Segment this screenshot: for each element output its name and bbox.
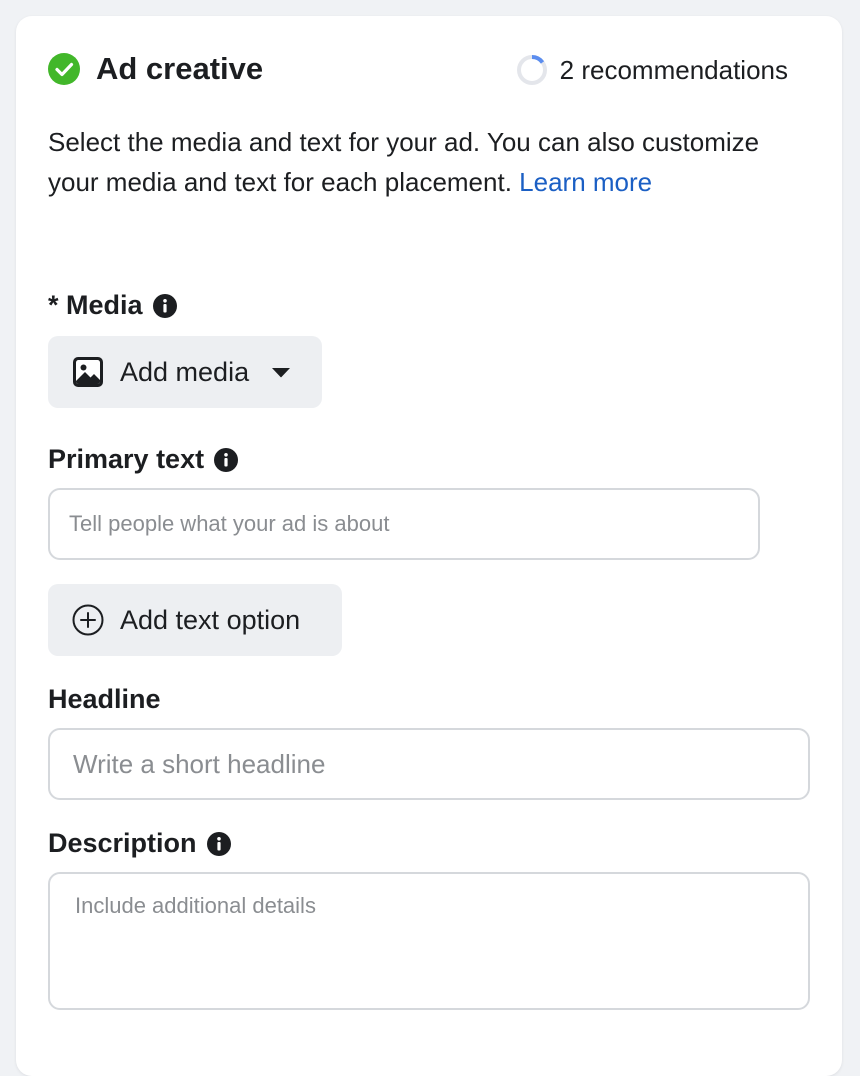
primary-text-label-text: Primary text xyxy=(48,444,205,474)
description-placeholder: Include additional details xyxy=(75,893,316,918)
recommendations-link[interactable]: 2 recommendations xyxy=(516,54,788,86)
progress-ring-icon xyxy=(516,55,547,85)
headline-placeholder: Write a short headline xyxy=(73,748,326,779)
section-title: Ad creative xyxy=(96,51,264,86)
add-text-option-button[interactable]: Add text option xyxy=(48,584,342,656)
description-textarea[interactable]: Include additional details xyxy=(48,872,810,1010)
headline-input[interactable]: Write a short headline xyxy=(48,728,810,800)
intro-text: Select the media and text for your ad. Y… xyxy=(48,127,760,197)
info-icon[interactable] xyxy=(152,293,177,318)
media-label-text: * Media xyxy=(48,290,143,320)
media-label: * Media xyxy=(48,290,177,321)
primary-text-input[interactable]: Tell people what your ad is about xyxy=(48,488,760,560)
plus-circle-icon xyxy=(72,604,104,636)
description-label-text: Description xyxy=(48,828,197,858)
image-icon xyxy=(73,357,103,387)
ad-creative-card: Ad creative 2 recommendations Select the… xyxy=(16,16,842,1076)
recommendations-count: 2 recommendations xyxy=(559,54,788,85)
add-text-option-label: Add text option xyxy=(120,604,301,635)
primary-text-label: Primary text xyxy=(48,444,239,475)
headline-label-text: Headline xyxy=(48,684,161,714)
check-circle-icon xyxy=(48,53,80,85)
headline-label: Headline xyxy=(48,684,161,715)
info-icon[interactable] xyxy=(206,831,231,856)
add-media-button[interactable]: Add media xyxy=(48,336,322,408)
caret-down-icon xyxy=(272,368,291,378)
description-label: Description xyxy=(48,828,231,859)
section-header: Ad creative 2 recommendations xyxy=(48,52,788,88)
add-media-label: Add media xyxy=(120,356,250,387)
info-icon[interactable] xyxy=(214,447,239,472)
learn-more-link[interactable]: Learn more xyxy=(519,167,652,197)
section-description: Select the media and text for your ad. Y… xyxy=(48,122,788,202)
primary-text-placeholder: Tell people what your ad is about xyxy=(69,511,390,536)
